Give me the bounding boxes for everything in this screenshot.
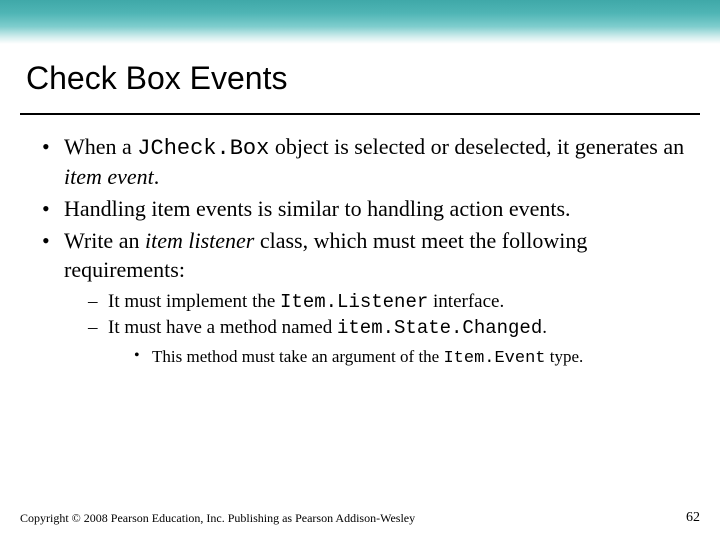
text: .	[542, 317, 547, 338]
slide-content: When a JCheck.Box object is selected or …	[0, 115, 720, 370]
bullet-list: When a JCheck.Box object is selected or …	[30, 133, 690, 370]
sub-bullet-1: It must implement the Item.Listener inte…	[88, 290, 690, 314]
bullet-3: Write an item listener class, which must…	[42, 227, 690, 370]
text: type.	[546, 347, 584, 366]
page-number: 62	[686, 510, 700, 526]
text: interface.	[428, 291, 504, 312]
slide-title: Check Box Events	[26, 60, 694, 97]
text: It must implement the	[108, 291, 280, 312]
italic: item event	[64, 164, 154, 189]
bullet-1: When a JCheck.Box object is selected or …	[42, 133, 690, 191]
text: When a	[64, 134, 137, 159]
header-gradient	[0, 0, 720, 44]
bullet-2: Handling item events is similar to handl…	[42, 195, 690, 223]
code: Item.Listener	[280, 291, 428, 313]
code: Item.Event	[443, 349, 545, 368]
text: .	[154, 164, 160, 189]
code: JCheck.Box	[137, 136, 269, 161]
footer: Copyright © 2008 Pearson Education, Inc.…	[20, 510, 700, 526]
text: Write an	[64, 228, 145, 253]
text: object is selected or deselected, it gen…	[269, 134, 684, 159]
sub-list: It must implement the Item.Listener inte…	[64, 290, 690, 370]
sub-sub-bullet-1: This method must take an argument of the…	[134, 346, 690, 370]
sub-bullet-2: It must have a method named item.State.C…	[88, 316, 690, 370]
copyright-text: Copyright © 2008 Pearson Education, Inc.…	[20, 511, 415, 526]
text: It must have a method named	[108, 317, 337, 338]
italic: item listener	[145, 228, 254, 253]
sub-sub-list: This method must take an argument of the…	[108, 346, 690, 370]
text: This method must take an argument of the	[152, 347, 443, 366]
code: item.State.Changed	[337, 317, 542, 339]
title-area: Check Box Events	[0, 44, 720, 105]
text: Handling item events is similar to handl…	[64, 196, 571, 221]
